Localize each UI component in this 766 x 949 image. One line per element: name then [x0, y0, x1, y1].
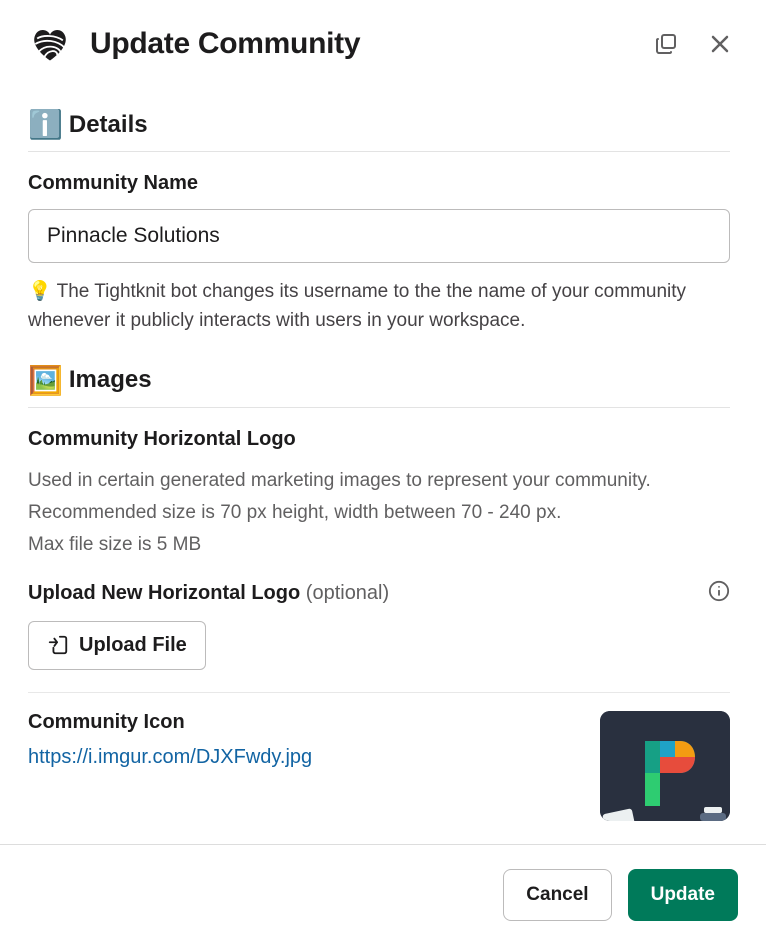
divider: [28, 151, 730, 152]
picture-emoji-icon: 🖼️: [28, 364, 63, 397]
community-icon-left: Community Icon https://i.imgur.com/DJXFw…: [28, 711, 580, 821]
header-actions: [648, 26, 738, 62]
details-heading-label: Details: [69, 111, 148, 139]
images-heading-label: Images: [69, 366, 152, 394]
horizontal-logo-label: Community Horizontal Logo: [28, 428, 730, 451]
upload-logo-label: Upload New Horizontal Logo (optional): [28, 582, 389, 605]
info-emoji-icon: ℹ️: [28, 108, 63, 141]
community-icon-url-link[interactable]: https://i.imgur.com/DJXFwdy.jpg: [28, 746, 312, 769]
update-button[interactable]: Update: [628, 869, 738, 921]
info-icon[interactable]: [708, 580, 730, 607]
upload-icon: [47, 634, 69, 656]
upload-file-label: Upload File: [79, 634, 187, 657]
close-icon[interactable]: [702, 26, 738, 62]
community-icon-row: Community Icon https://i.imgur.com/DJXFw…: [28, 711, 730, 821]
cancel-button[interactable]: Cancel: [503, 869, 611, 921]
upload-logo-optional: (optional): [306, 582, 389, 604]
modal-header: Update Community: [0, 0, 766, 80]
update-community-modal: Update Community ℹ️ Details Community Na…: [0, 0, 766, 949]
upload-logo-label-text: Upload New Horizontal Logo: [28, 582, 300, 604]
popout-icon[interactable]: [648, 26, 684, 62]
app-logo-icon: [28, 22, 72, 66]
horizontal-logo-description: Used in certain generated marketing imag…: [28, 465, 730, 562]
community-name-input[interactable]: [28, 209, 730, 263]
divider: [28, 692, 730, 693]
upload-row: Upload New Horizontal Logo (optional): [28, 580, 730, 607]
community-icon-label: Community Icon: [28, 711, 580, 734]
community-name-hint: 💡 The Tightknit bot changes its username…: [28, 277, 730, 336]
images-heading: 🖼️ Images: [28, 364, 730, 397]
details-heading: ℹ️ Details: [28, 108, 730, 141]
upload-file-button[interactable]: Upload File: [28, 621, 206, 670]
community-icon-preview: [600, 711, 730, 821]
divider: [28, 407, 730, 408]
modal-footer: Cancel Update: [0, 844, 766, 949]
modal-title: Update Community: [90, 27, 648, 61]
community-name-label: Community Name: [28, 172, 730, 195]
modal-body: ℹ️ Details Community Name 💡 The Tightkni…: [0, 80, 766, 844]
